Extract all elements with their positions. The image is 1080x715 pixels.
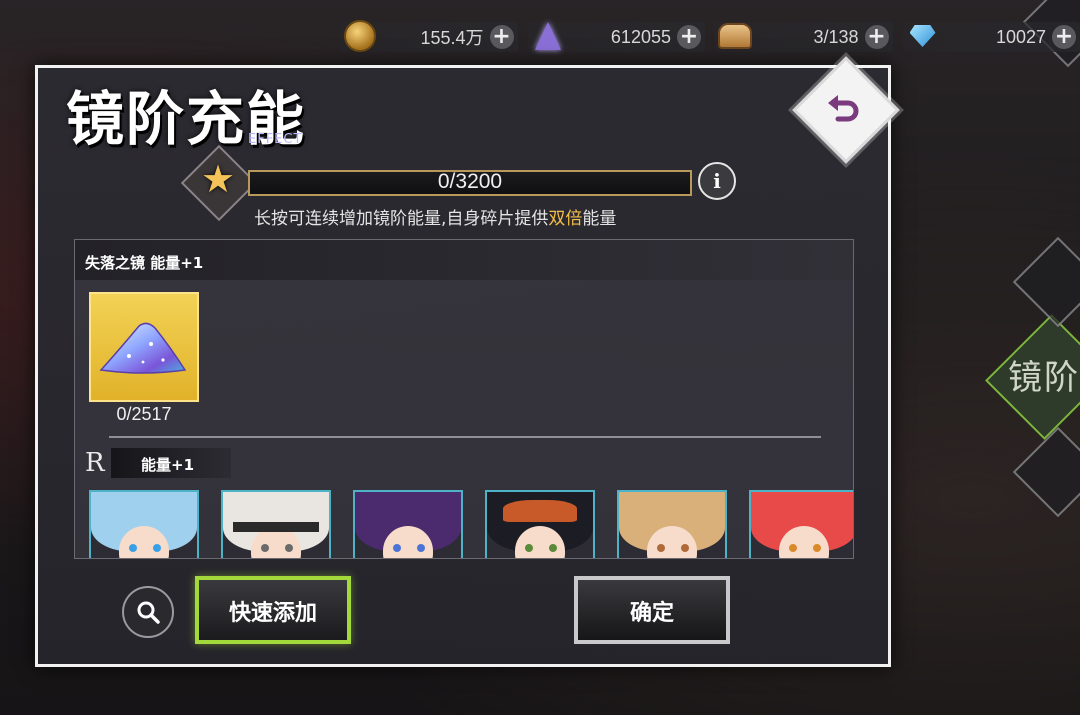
confirm-button[interactable]: 确定	[574, 576, 730, 644]
rank-tag: R	[85, 448, 105, 478]
resource-value: 155.4万	[420, 28, 484, 48]
crystal-icon	[530, 18, 566, 54]
lost-mirror-item-card[interactable]	[89, 292, 199, 402]
character-portrait[interactable]	[485, 490, 595, 558]
bread-icon	[717, 18, 753, 54]
section-header-mirror: 失落之镜 能量+1	[75, 240, 853, 280]
resource-value: 612055	[610, 26, 671, 47]
character-portrait[interactable]	[221, 490, 331, 558]
character-portrait[interactable]	[617, 490, 727, 558]
character-portrait[interactable]	[749, 490, 853, 558]
effect-label: EFFECT	[248, 132, 303, 147]
rank-energy-badge: 能量+1	[111, 448, 231, 478]
resource-bread: 3/138 +	[715, 22, 893, 52]
resource-value: 3/138	[813, 26, 859, 47]
add-gem-button[interactable]: +	[1052, 25, 1076, 49]
coin-icon	[342, 18, 378, 54]
resource-gem: 10027 +	[902, 22, 1080, 52]
back-arrow-icon[interactable]	[823, 88, 863, 128]
star-icon: ★	[200, 157, 236, 201]
resource-bar: 155.4万 + 612055 + 3/138 + 10027 +	[340, 14, 1080, 60]
charge-hint: 长按可连续增加镜阶能量,自身碎片提供双倍能量	[254, 204, 616, 229]
quick-add-label: 快速添加	[228, 601, 317, 626]
confirm-label: 确定	[629, 601, 674, 626]
rank-energy-label: 能量+1	[141, 456, 195, 474]
resource-value: 10027	[995, 26, 1046, 47]
character-portrait[interactable]	[89, 490, 199, 558]
search-button[interactable]	[122, 586, 174, 638]
mirror-charge-dialog: 镜阶充能 EFFECT ★ 0/3200 i 长按可连续增加镜阶能量,自身碎片提…	[35, 56, 900, 667]
section-title: 失落之镜 能量+1	[85, 254, 204, 272]
info-button[interactable]: i	[698, 162, 736, 200]
resource-coin: 155.4万 +	[340, 20, 518, 52]
gem-icon	[905, 18, 941, 54]
side-menu-label: 镜阶	[1008, 358, 1080, 398]
resource-crystal: 612055 +	[527, 22, 705, 52]
material-panel[interactable]: 失落之镜 能量+1 0/2517 R 能量+1	[74, 239, 854, 559]
hint-highlight: 双倍	[548, 209, 583, 229]
character-portrait[interactable]	[353, 490, 463, 558]
add-stamina-button[interactable]: +	[864, 25, 889, 49]
section-divider	[109, 436, 821, 438]
crystal-sand-icon	[99, 322, 187, 374]
add-coin-button[interactable]: +	[489, 25, 514, 49]
hint-text: 长按可连续增加镜阶能量,自身碎片提供	[254, 209, 549, 229]
add-crystal-button[interactable]: +	[677, 25, 701, 49]
search-icon	[137, 601, 160, 624]
item-count: 0/2517	[116, 404, 172, 424]
energy-progress-bar: 0/3200	[248, 170, 692, 196]
character-shard-list	[89, 490, 853, 558]
quick-add-button[interactable]: 快速添加	[195, 576, 351, 644]
energy-progress-text: 0/3200	[437, 170, 503, 193]
hint-text-suffix: 能量	[582, 209, 617, 229]
